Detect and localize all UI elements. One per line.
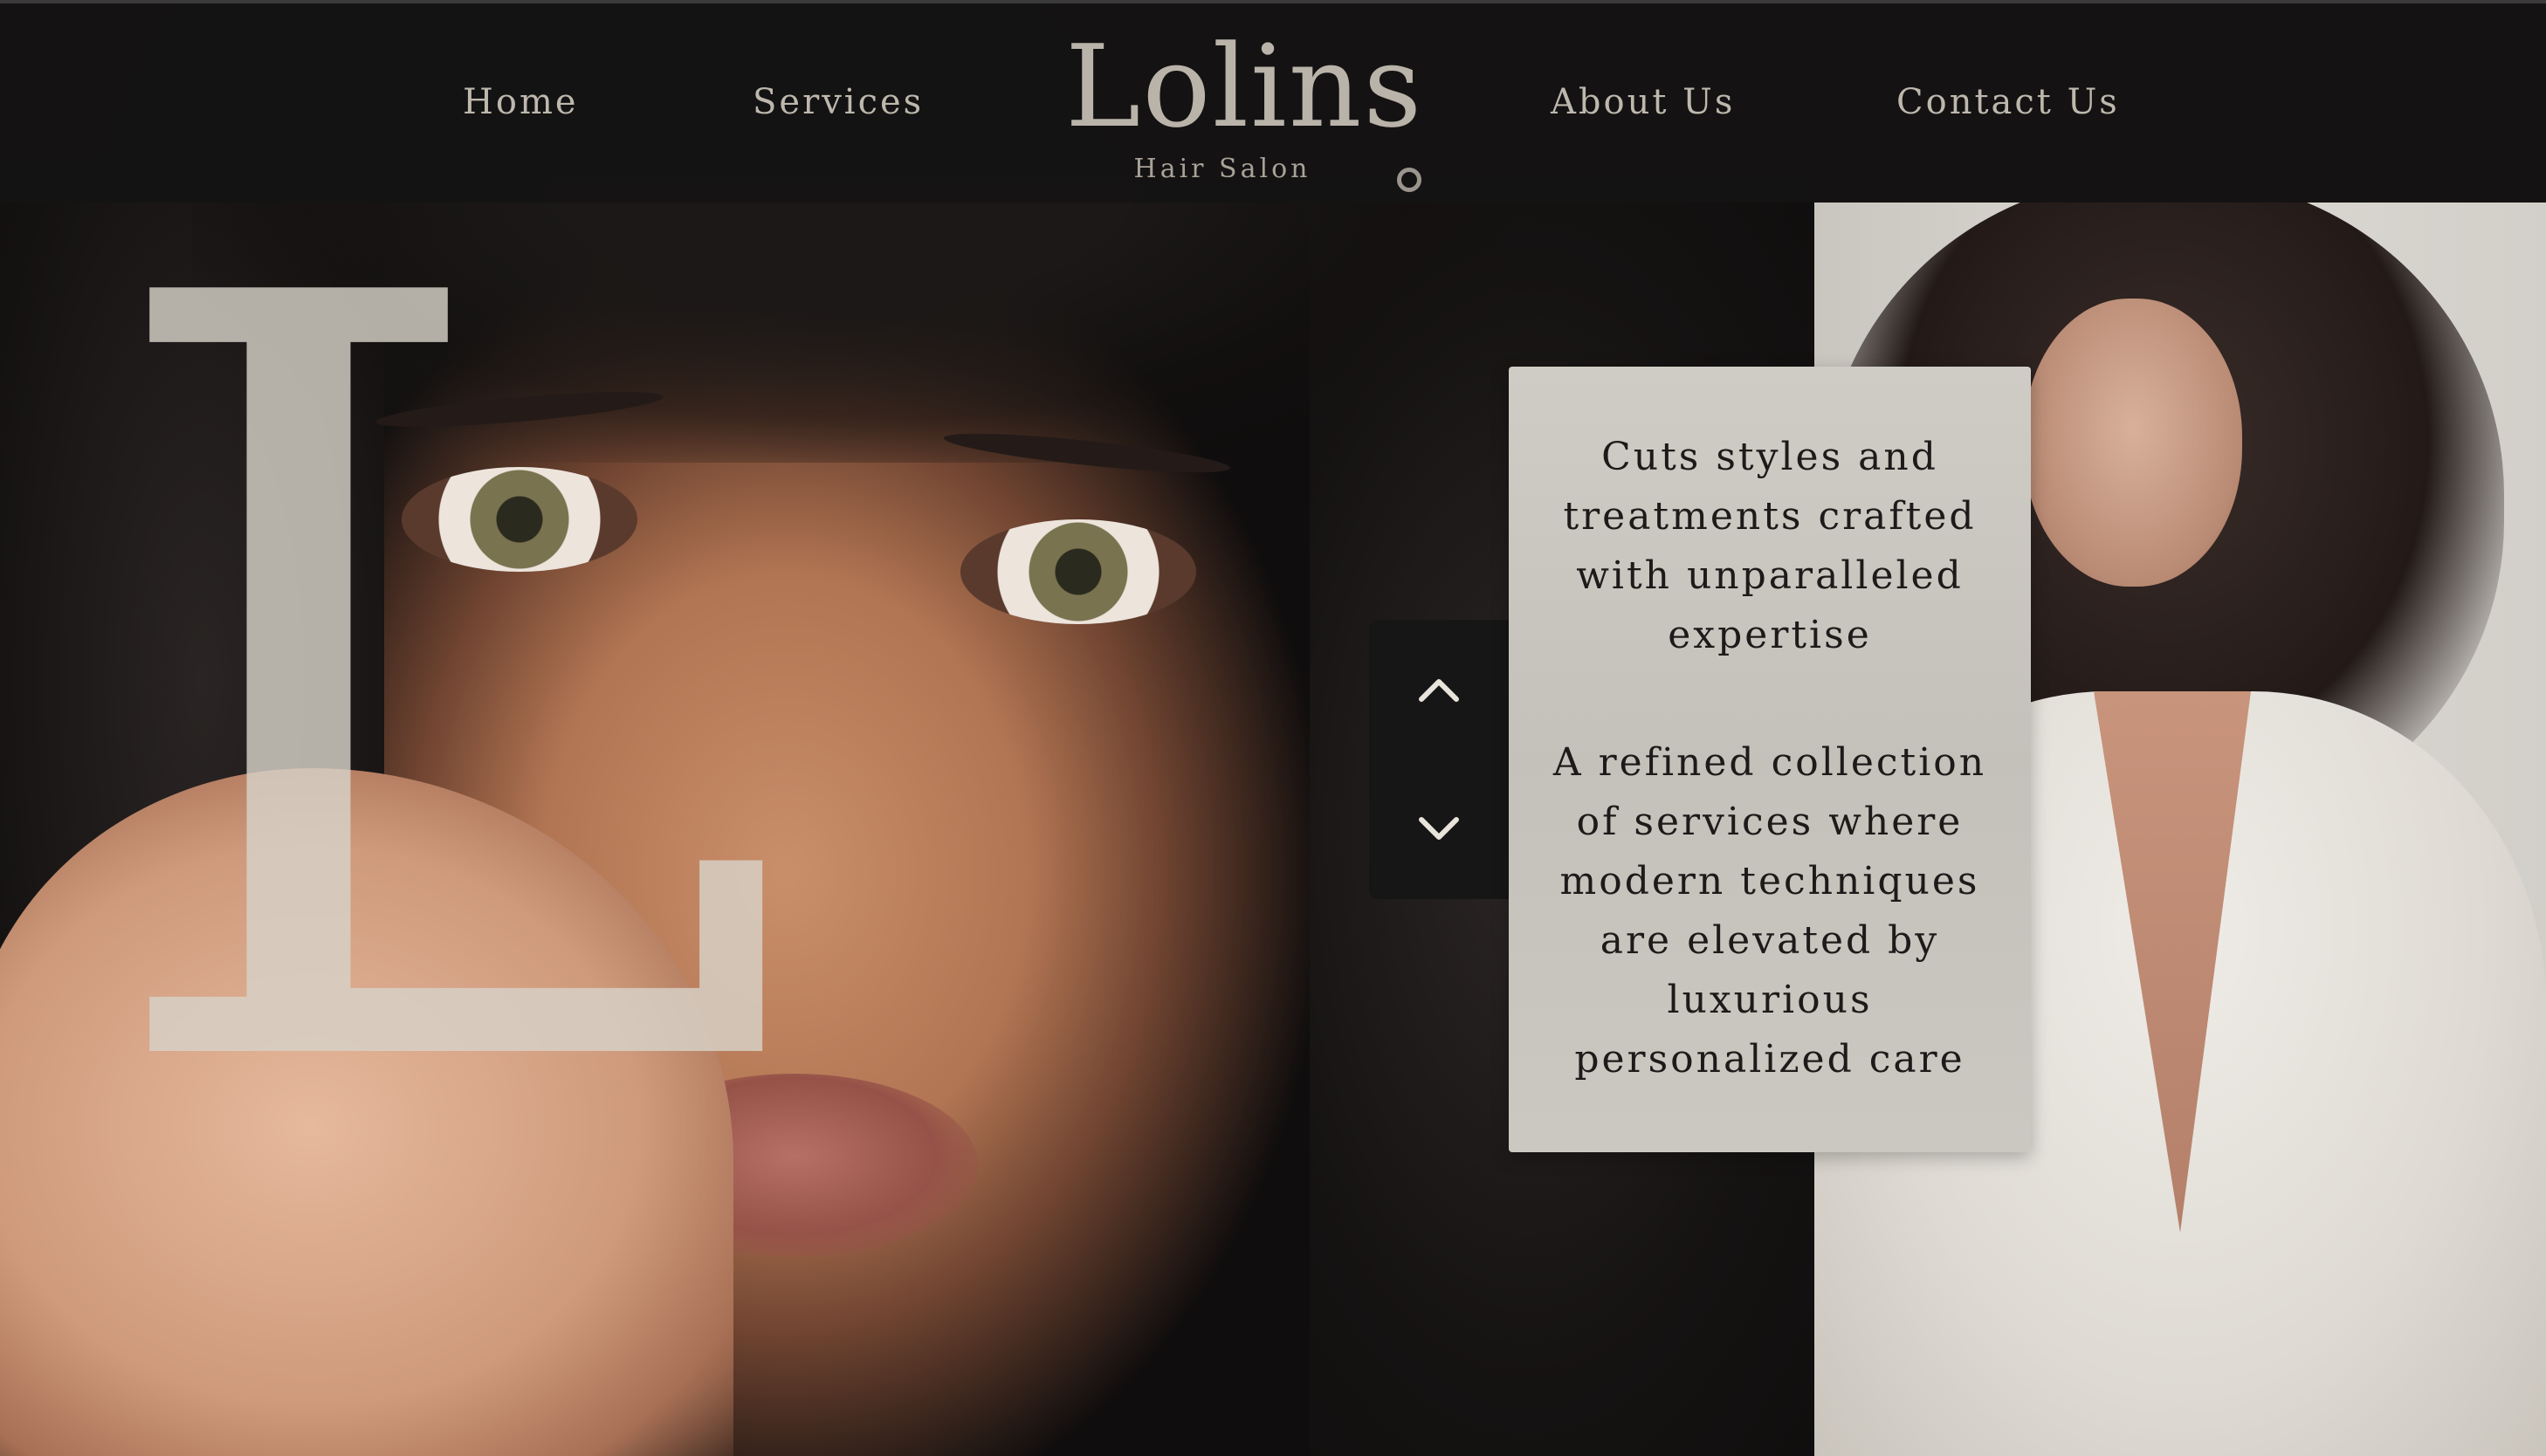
slider-controls	[1369, 620, 1509, 899]
eye	[960, 519, 1196, 624]
nav-services-link[interactable]: Services	[753, 82, 924, 122]
chevron-down-icon	[1419, 817, 1459, 840]
brand-name: Lolins	[1065, 20, 1424, 153]
brand-logo[interactable]: Lolins Hair Salon	[1065, 20, 1424, 184]
slide-up-button[interactable]	[1369, 637, 1509, 742]
brand-subtitle: Hair Salon	[1133, 154, 1311, 184]
intro-card: Cuts styles and treatments crafted with …	[1509, 367, 2031, 1152]
hand	[0, 768, 733, 1456]
card-headline: Cuts styles and treatments crafted with …	[1563, 435, 1977, 657]
nav-about-link[interactable]: About Us	[1551, 82, 1735, 122]
circle-ring-icon	[1397, 168, 1421, 192]
eye	[402, 467, 637, 572]
nav-home-link[interactable]: Home	[463, 82, 579, 122]
chevron-up-icon	[1419, 679, 1459, 702]
card-body: A refined collection of services where m…	[1552, 740, 1987, 1082]
nav-contact-link[interactable]: Contact Us	[1896, 82, 2120, 122]
model-face	[2024, 299, 2242, 587]
slide-down-button[interactable]	[1369, 777, 1509, 882]
top-navigation-bar: Home Services Lolins Hair Salon About Us…	[0, 0, 2546, 203]
